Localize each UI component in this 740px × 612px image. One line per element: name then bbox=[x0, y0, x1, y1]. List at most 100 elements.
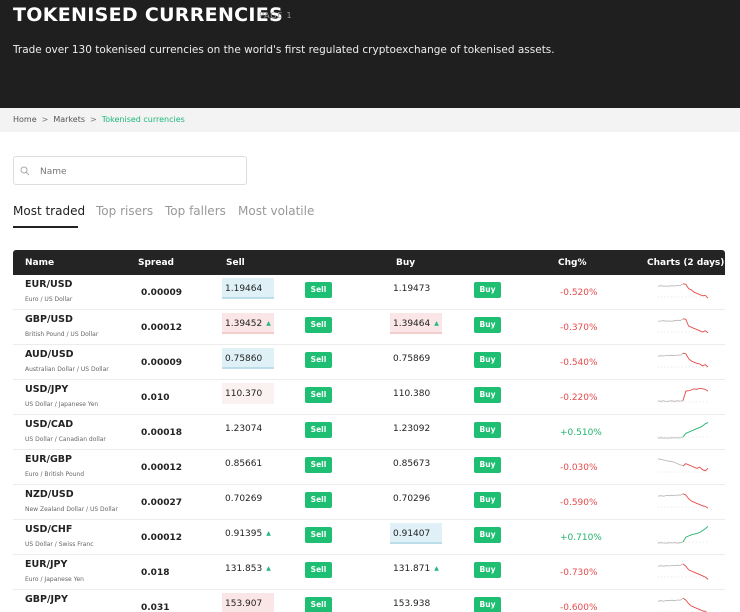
tab-most-volatile[interactable]: Most volatile bbox=[238, 200, 314, 228]
breadcrumb: Home > Markets > Tokenised currencies bbox=[0, 108, 740, 132]
table-row: USD/JPY US Dollar / Japanese Yen 0.010 1… bbox=[13, 380, 725, 415]
buy-button[interactable]: Buy bbox=[474, 597, 501, 612]
price-up-arrow-icon: ▲ bbox=[434, 565, 439, 572]
sparkline-chart[interactable] bbox=[657, 452, 709, 480]
sell-price-value: 1.23074 bbox=[225, 424, 263, 434]
spread-value: 0.00012 bbox=[141, 323, 182, 333]
sell-price-value: 0.75860 bbox=[225, 354, 263, 364]
sparkline-recent bbox=[682, 597, 708, 612]
sell-button[interactable]: Sell bbox=[305, 597, 332, 612]
tab-most-traded[interactable]: Most traded bbox=[13, 200, 85, 228]
pair-name[interactable]: EUR/GBP bbox=[25, 454, 72, 465]
buy-button[interactable]: Buy bbox=[474, 317, 501, 333]
pair-name[interactable]: AUD/USD bbox=[25, 349, 74, 360]
sell-button[interactable]: Sell bbox=[305, 527, 332, 543]
sell-button[interactable]: Sell bbox=[305, 317, 332, 333]
breadcrumb-home[interactable]: Home bbox=[13, 115, 37, 124]
pair-description: British Pound / US Dollar bbox=[25, 331, 99, 338]
sparkline-chart[interactable] bbox=[657, 592, 709, 612]
buy-price: 0.70296 bbox=[390, 488, 442, 509]
sparkline-recent bbox=[682, 283, 709, 299]
sell-price: 131.853 ▲ bbox=[222, 558, 274, 579]
header-buy: Buy bbox=[396, 258, 416, 268]
breadcrumb-separator-icon: > bbox=[90, 115, 97, 124]
tab-top-fallers[interactable]: Top fallers bbox=[165, 200, 226, 228]
pair-name[interactable]: USD/JPY bbox=[25, 384, 68, 395]
pair-name[interactable]: NZD/USD bbox=[25, 489, 74, 500]
table-row: EUR/JPY Euro / Japanese Yen 0.018 131.85… bbox=[13, 555, 725, 590]
sparkline-chart[interactable] bbox=[657, 557, 709, 585]
sell-button[interactable]: Sell bbox=[305, 562, 332, 578]
search-input[interactable] bbox=[38, 161, 242, 182]
sparkline-history bbox=[657, 493, 684, 497]
sparkline-chart[interactable] bbox=[657, 417, 709, 445]
buy-button[interactable]: Buy bbox=[474, 562, 501, 578]
sparkline-recent bbox=[682, 422, 709, 438]
buy-button[interactable]: Buy bbox=[474, 492, 501, 508]
sparkline-recent bbox=[682, 352, 709, 368]
spread-value: 0.00012 bbox=[141, 533, 182, 543]
pair-name[interactable]: GBP/USD bbox=[25, 314, 73, 325]
pair-name[interactable]: USD/CHF bbox=[25, 524, 72, 535]
sparkline-chart[interactable] bbox=[657, 522, 709, 550]
search-box[interactable] bbox=[13, 156, 247, 185]
price-up-arrow-icon: ▲ bbox=[434, 320, 439, 327]
buy-button[interactable]: Buy bbox=[474, 352, 501, 368]
pair-name[interactable]: GBP/JPY bbox=[25, 594, 68, 605]
sell-button[interactable]: Sell bbox=[305, 282, 332, 298]
spread-value: 0.00009 bbox=[141, 288, 182, 298]
buy-price-value: 110.380 bbox=[393, 389, 431, 399]
buy-price: 1.39464 ▲ bbox=[390, 313, 442, 334]
sparkline-chart[interactable] bbox=[657, 487, 709, 515]
sparkline-history bbox=[657, 597, 684, 602]
page-title: TOKENISED CURRENCIES bbox=[13, 4, 284, 26]
buy-price: 153.938 bbox=[390, 593, 442, 612]
buy-button[interactable]: Buy bbox=[474, 422, 501, 438]
sell-price: 153.907 bbox=[222, 593, 274, 612]
pair-description: Euro / Japanese Yen bbox=[25, 576, 84, 583]
header-spread: Spread bbox=[138, 258, 174, 268]
buy-price-value: 0.91407 bbox=[393, 529, 431, 539]
pair-description: US Dollar / Swiss Franc bbox=[25, 541, 94, 548]
sparkline-chart[interactable] bbox=[657, 347, 709, 375]
sell-button[interactable]: Sell bbox=[305, 457, 332, 473]
buy-button[interactable]: Buy bbox=[474, 282, 501, 298]
spread-value: 0.00018 bbox=[141, 428, 182, 438]
buy-button[interactable]: Buy bbox=[474, 387, 501, 403]
change-percent: -0.730% bbox=[560, 568, 598, 578]
sparkline-history bbox=[657, 458, 684, 467]
sparkline-recent bbox=[682, 493, 709, 509]
sparkline-chart[interactable] bbox=[657, 312, 709, 340]
breadcrumb-current: Tokenised currencies bbox=[101, 115, 185, 124]
sell-price-value: 0.91395 bbox=[225, 529, 263, 539]
buy-button[interactable]: Buy bbox=[474, 457, 501, 473]
pair-name[interactable]: USD/CAD bbox=[25, 419, 73, 430]
header-name: Name bbox=[25, 258, 55, 268]
spread-value: 0.00027 bbox=[141, 498, 182, 508]
sell-button[interactable]: Sell bbox=[305, 492, 332, 508]
sparkline-chart[interactable] bbox=[657, 277, 709, 305]
buy-price: 131.871 ▲ bbox=[390, 558, 442, 579]
sell-button[interactable]: Sell bbox=[305, 352, 332, 368]
sparkline-history bbox=[657, 318, 684, 322]
pair-description: New Zealand Dollar / US Dollar bbox=[25, 506, 118, 513]
sell-button[interactable]: Sell bbox=[305, 387, 332, 403]
tab-top-risers[interactable]: Top risers bbox=[96, 200, 153, 228]
sparkline-recent bbox=[682, 526, 709, 543]
sell-price-value: 153.907 bbox=[225, 599, 263, 609]
sell-price: 1.19464 bbox=[222, 278, 274, 299]
buy-price-value: 1.39464 bbox=[393, 319, 431, 329]
buy-price: 0.75869 bbox=[390, 348, 442, 369]
buy-button[interactable]: Buy bbox=[474, 527, 501, 543]
pair-name[interactable]: EUR/USD bbox=[25, 279, 72, 290]
buy-price-value: 131.871 bbox=[393, 564, 431, 574]
breadcrumb-markets[interactable]: Markets bbox=[53, 115, 85, 124]
sell-button[interactable]: Sell bbox=[305, 422, 332, 438]
currency-table: Name Spread Sell Buy Chg% Charts (2 days… bbox=[13, 250, 725, 612]
pair-name[interactable]: EUR/JPY bbox=[25, 559, 67, 570]
spread-value: 0.010 bbox=[141, 393, 170, 403]
sparkline-chart[interactable] bbox=[657, 382, 709, 410]
sell-price-value: 110.370 bbox=[225, 389, 263, 399]
buy-price-value: 0.70296 bbox=[393, 494, 431, 504]
pair-description: US Dollar / Japanese Yen bbox=[25, 401, 99, 408]
